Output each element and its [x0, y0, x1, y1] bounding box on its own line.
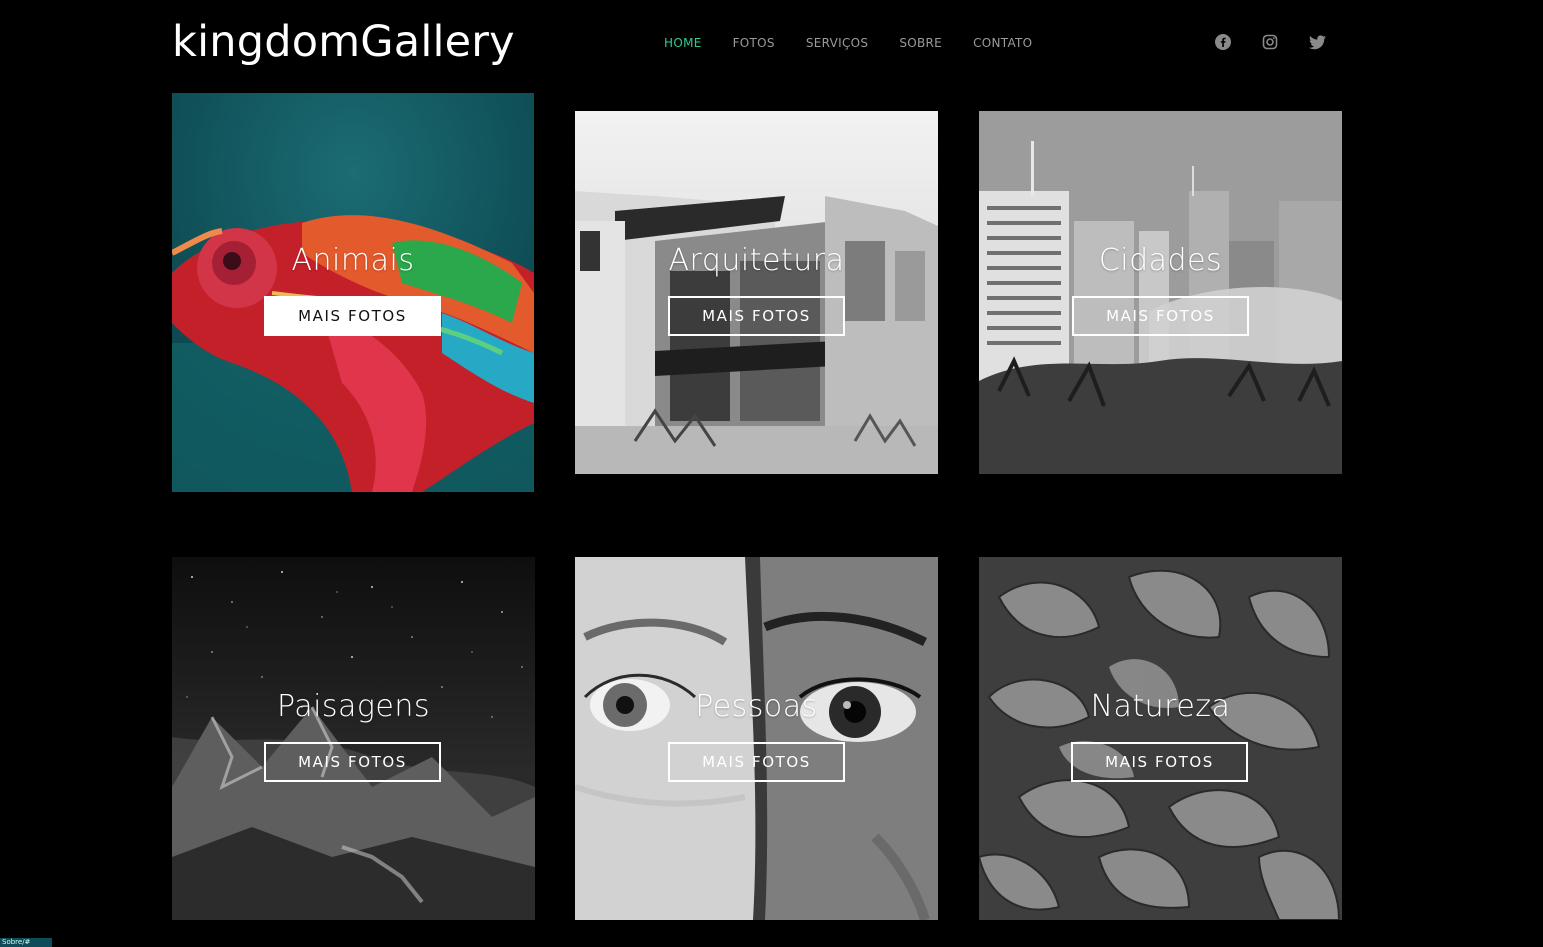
nav-fotos[interactable]: FOTOS	[733, 36, 775, 50]
tile-paisagens[interactable]: Paisagens MAIS FOTOS	[172, 557, 535, 920]
mais-fotos-button[interactable]: MAIS FOTOS	[264, 742, 441, 782]
nav-sobre[interactable]: SOBRE	[899, 36, 942, 50]
tile-title: Paisagens	[276, 689, 431, 724]
tile-title: Animais	[291, 243, 415, 278]
faces-image	[575, 557, 938, 920]
mais-fotos-button[interactable]: MAIS FOTOS	[264, 296, 441, 336]
gallery-page: kingdomGallery HOME FOTOS SERVIÇOS SOBRE…	[0, 0, 1543, 947]
tile-animais[interactable]: Animais MAIS FOTOS	[172, 93, 534, 492]
instagram-icon[interactable]	[1261, 33, 1279, 51]
site-logo[interactable]: kingdomGallery	[172, 14, 515, 70]
tile-pessoas[interactable]: Pessoas MAIS FOTOS	[575, 557, 938, 920]
main-nav: HOME FOTOS SERVIÇOS SOBRE CONTATO	[664, 36, 1063, 50]
building-image	[575, 111, 938, 474]
tile-title: Natureza	[1090, 689, 1231, 724]
status-bar: Sobre/#	[0, 938, 52, 947]
mais-fotos-button[interactable]: MAIS FOTOS	[1071, 742, 1248, 782]
city-image	[979, 111, 1342, 474]
nav-servicos[interactable]: SERVIÇOS	[806, 36, 868, 50]
facebook-icon[interactable]	[1214, 33, 1232, 51]
nav-home[interactable]: HOME	[664, 36, 702, 50]
tile-natureza[interactable]: Natureza MAIS FOTOS	[979, 557, 1342, 920]
nav-contato[interactable]: CONTATO	[973, 36, 1032, 50]
tile-title: Arquitetura	[668, 243, 845, 278]
mais-fotos-button[interactable]: MAIS FOTOS	[1072, 296, 1249, 336]
leaves-image	[979, 557, 1342, 920]
mountains-image	[172, 557, 535, 920]
tile-arquitetura[interactable]: Arquitetura MAIS FOTOS	[575, 111, 938, 474]
tile-title: Pessoas	[695, 689, 818, 724]
social-links	[1214, 33, 1355, 51]
twitter-icon[interactable]	[1308, 33, 1326, 51]
tile-cidades[interactable]: Cidades MAIS FOTOS	[979, 111, 1342, 474]
chameleon-image	[172, 93, 534, 492]
mais-fotos-button[interactable]: MAIS FOTOS	[668, 742, 845, 782]
tile-title: Cidades	[1098, 243, 1223, 278]
mais-fotos-button[interactable]: MAIS FOTOS	[668, 296, 845, 336]
